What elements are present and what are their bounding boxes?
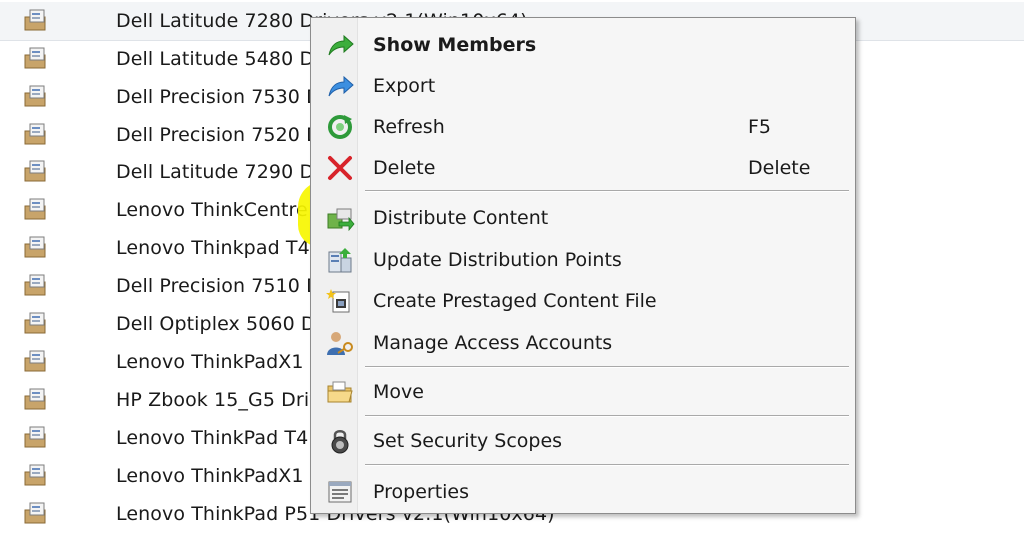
menu-item-update-distribution-points[interactable]: Update Distribution Points bbox=[311, 241, 855, 279]
driver-package-icon bbox=[24, 236, 46, 258]
menu-separator bbox=[365, 464, 849, 466]
lock-icon bbox=[331, 430, 349, 454]
menu-item-label: Distribute Content bbox=[373, 207, 549, 229]
folder-icon bbox=[327, 381, 353, 403]
green-arrow-icon bbox=[328, 34, 354, 56]
driver-package-icon bbox=[24, 198, 46, 220]
red-x-icon bbox=[328, 156, 352, 180]
menu-item-label: Refresh bbox=[373, 116, 445, 138]
context-menu: Show Members Export Refresh F5 Delete De… bbox=[310, 17, 856, 514]
menu-separator bbox=[365, 366, 849, 368]
driver-package-icon bbox=[24, 426, 46, 448]
driver-package-icon bbox=[24, 464, 46, 486]
menu-separator bbox=[365, 190, 849, 192]
driver-package-icon bbox=[24, 85, 46, 107]
driver-package-icon bbox=[24, 123, 46, 145]
menu-item-show-members[interactable]: Show Members bbox=[311, 26, 855, 64]
menu-item-label: Move bbox=[373, 381, 424, 403]
driver-package-icon bbox=[24, 274, 46, 296]
blue-arrow-icon bbox=[328, 75, 354, 97]
driver-package-icon bbox=[24, 312, 46, 334]
properties-icon bbox=[328, 481, 352, 503]
access-accounts-icon bbox=[327, 332, 353, 355]
menu-item-create-prestaged-content-file[interactable]: Create Prestaged Content File bbox=[311, 282, 855, 320]
menu-item-distribute-content[interactable]: Distribute Content bbox=[311, 199, 855, 237]
menu-item-label: Set Security Scopes bbox=[373, 430, 563, 452]
distribute-icon bbox=[327, 208, 355, 232]
update-dp-icon bbox=[328, 248, 352, 273]
menu-item-shortcut: Delete bbox=[748, 157, 811, 179]
driver-package-icon bbox=[24, 388, 46, 410]
menu-item-label: Show Members bbox=[373, 34, 537, 56]
refresh-icon bbox=[328, 115, 352, 139]
menu-item-manage-access-accounts[interactable]: Manage Access Accounts bbox=[311, 324, 855, 362]
menu-item-label: Create Prestaged Content File bbox=[373, 290, 657, 312]
menu-item-label: Properties bbox=[373, 481, 470, 503]
driver-package-icon bbox=[24, 350, 46, 372]
menu-item-label: Delete bbox=[373, 157, 436, 179]
driver-package-icon bbox=[24, 502, 46, 524]
menu-item-label: Update Distribution Points bbox=[373, 249, 622, 271]
menu-item-label: Export bbox=[373, 75, 436, 97]
prestaged-file-icon bbox=[326, 289, 350, 313]
driver-package-icon bbox=[24, 47, 46, 69]
driver-package-icon bbox=[24, 160, 46, 182]
menu-separator bbox=[365, 415, 849, 417]
menu-item-shortcut: F5 bbox=[748, 116, 772, 138]
menu-item-properties[interactable]: Properties bbox=[311, 473, 855, 511]
driver-package-icon bbox=[24, 9, 46, 31]
menu-item-refresh[interactable]: Refresh F5 bbox=[311, 108, 855, 146]
menu-item-move[interactable]: Move bbox=[311, 373, 855, 411]
menu-item-set-security-scopes[interactable]: Set Security Scopes bbox=[311, 422, 855, 460]
menu-item-label: Manage Access Accounts bbox=[373, 332, 613, 354]
menu-item-delete[interactable]: Delete Delete bbox=[311, 149, 855, 187]
menu-item-export[interactable]: Export bbox=[311, 67, 855, 105]
